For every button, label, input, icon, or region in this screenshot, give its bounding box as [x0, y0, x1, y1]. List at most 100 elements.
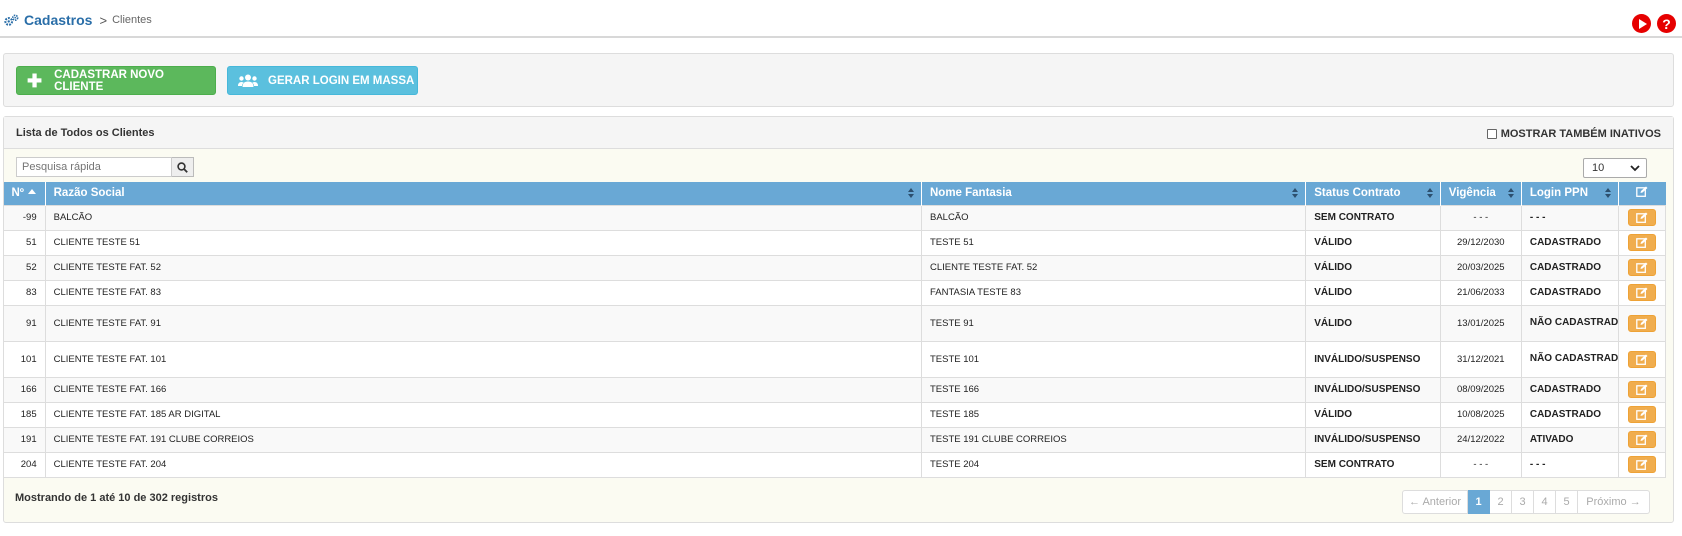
table-row[interactable]: 166 CLIENTE TESTE FAT. 166 TESTE 166 INVÁLI…	[3, 376, 1667, 403]
column-header-razao-social[interactable]: Razão Social	[45, 182, 922, 205]
pagination-next[interactable]: Próximo →	[1578, 490, 1650, 514]
cell-vigencia: 13/01/2025	[1439, 304, 1522, 342]
edit-icon	[1636, 237, 1648, 248]
clients-panel-title: Lista de Todos os Clientes	[16, 127, 155, 139]
edit-icon	[1636, 459, 1648, 470]
edit-button[interactable]	[1627, 381, 1656, 398]
cell-razao-social: CLIENTE TESTE FAT. 83	[44, 279, 922, 306]
column-header-edit	[1618, 182, 1666, 205]
pagination-page[interactable]: 1	[1468, 490, 1490, 514]
cell-nome-fantasia: TESTE 185	[920, 401, 1307, 428]
users-icon	[238, 74, 258, 87]
cell-nome-fantasia: TESTE 51	[920, 229, 1307, 256]
sort-icon	[1604, 188, 1612, 199]
edit-icon	[1636, 186, 1648, 198]
cell-razao-social: CLIENTE TESTE 51	[44, 229, 922, 256]
table-row[interactable]: 91 CLIENTE TESTE FAT. 91 TESTE 91 VÁLIDO 13/…	[3, 304, 1667, 342]
edit-button[interactable]	[1627, 259, 1656, 276]
pagination-page[interactable]: 5	[1556, 490, 1578, 514]
edit-button[interactable]	[1627, 314, 1656, 332]
cell-vigencia: 20/03/2025	[1439, 254, 1522, 281]
cell-razao-social: CLIENTE TESTE FAT. 166	[44, 376, 922, 403]
table-row[interactable]: 204 CLIENTE TESTE FAT. 204 TESTE 204 SEM CO…	[3, 451, 1667, 478]
cell-login-ppn: - - -	[1520, 451, 1619, 478]
sort-icon	[1292, 188, 1299, 199]
column-header-vigencia[interactable]: Vigência	[1440, 182, 1522, 205]
table-row[interactable]: 83 CLIENTE TESTE FAT. 83 FANTASIA TESTE 83…	[3, 279, 1667, 306]
pagination-page[interactable]: 2	[1490, 490, 1512, 514]
records-info: Mostrando de 1 até 10 de 302 registros	[15, 492, 218, 504]
cell-number: 52	[3, 254, 46, 281]
show-inactive-checkbox[interactable]	[1486, 129, 1497, 139]
cell-razao-social: CLIENTE TESTE FAT. 204	[44, 451, 922, 478]
search-input[interactable]	[16, 157, 172, 177]
table-row[interactable]: 185 CLIENTE TESTE FAT. 185 AR DIGITAL TEST…	[3, 401, 1667, 428]
table-row[interactable]: 51 CLIENTE TESTE 51 TESTE 51 VÁLIDO 29/12/20…	[3, 229, 1667, 256]
gears-icon	[4, 13, 19, 26]
page-size-select[interactable]: 10	[1583, 158, 1647, 178]
edit-button[interactable]	[1627, 406, 1656, 423]
column-header-label: Login PPN	[1529, 187, 1588, 200]
table-row[interactable]: 191 CLIENTE TESTE FAT. 191 CLUBE CORREIOS…	[3, 426, 1667, 453]
pagination-page[interactable]: 3	[1512, 490, 1534, 514]
pagination-page[interactable]: 4	[1534, 490, 1556, 514]
new-client-label: CADASTRAR NOVO CLIENTE	[54, 68, 164, 93]
edit-button[interactable]	[1627, 234, 1656, 251]
cell-login-ppn: CADASTRADO	[1520, 229, 1619, 256]
cell-edit	[1617, 254, 1667, 281]
new-client-button[interactable]: ✚ CADASTRAR NOVO CLIENTE	[16, 66, 216, 95]
cell-edit	[1617, 304, 1667, 342]
cell-number: 51	[3, 229, 46, 256]
action-panel: ✚ CADASTRAR NOVO CLIENTE GERAR LOGIN EM …	[3, 53, 1674, 107]
cell-vigencia: 24/12/2022	[1439, 426, 1522, 453]
cell-status-contrato: VÁLIDO	[1305, 254, 1441, 281]
breadcrumb-section-link[interactable]: Cadastros	[24, 12, 92, 28]
breadcrumb-current: Clientes	[112, 14, 152, 26]
cell-edit	[1617, 229, 1667, 256]
edit-icon	[1636, 434, 1648, 445]
cell-vigencia: 29/12/2030	[1439, 229, 1522, 256]
table-row[interactable]: 101 CLIENTE TESTE FAT. 101 TESTE 101 INVÁLI…	[3, 340, 1667, 378]
cell-login-ppn: CADASTRADO	[1520, 279, 1619, 306]
cell-nome-fantasia: TESTE 166	[920, 376, 1307, 403]
column-header-login-ppn[interactable]: Login PPN	[1521, 182, 1619, 205]
cell-status-contrato: VÁLIDO	[1305, 304, 1441, 342]
cell-edit	[1617, 340, 1667, 378]
column-header-label: Status Contrato	[1314, 187, 1401, 200]
column-header-status-contrato[interactable]: Status Contrato	[1305, 182, 1441, 205]
cell-login-ppn: CADASTRADO	[1520, 401, 1619, 428]
edit-button[interactable]	[1627, 431, 1656, 448]
cell-edit	[1617, 426, 1667, 453]
column-header-label: Razão Social	[53, 187, 125, 200]
edit-button[interactable]	[1627, 284, 1656, 301]
play-icon[interactable]	[1632, 14, 1651, 33]
search-button[interactable]	[172, 157, 194, 177]
cell-nome-fantasia: FANTASIA TESTE 83	[920, 279, 1307, 306]
cell-login-ppn: NÃO CADASTRADO	[1520, 304, 1619, 342]
table-row[interactable]: -99 BALCÃO BALCÃO SEM CONTRATO - - -- - -	[3, 204, 1667, 231]
column-header-number[interactable]: Nº	[3, 182, 46, 205]
edit-icon	[1636, 384, 1648, 395]
sort-icon	[907, 188, 915, 199]
table-header-row: Nº Razão Social Nome Fantasia Status Con…	[3, 182, 1666, 205]
column-header-nome-fantasia[interactable]: Nome Fantasia	[921, 182, 1307, 205]
sort-asc-icon	[28, 188, 37, 194]
edit-icon	[1636, 287, 1648, 298]
edit-button[interactable]	[1627, 209, 1656, 226]
table-row[interactable]: 52 CLIENTE TESTE FAT. 52 CLIENTE TESTE FAT…	[3, 254, 1667, 281]
cell-razao-social: CLIENTE TESTE FAT. 52	[44, 254, 922, 281]
show-inactive-toggle[interactable]: MOSTRAR TAMBÉM INATIVOS	[1486, 128, 1661, 140]
pagination-prev[interactable]: ← Anterior	[1402, 490, 1468, 514]
cell-status-contrato: SEM CONTRATO	[1305, 204, 1441, 231]
edit-button[interactable]	[1627, 350, 1656, 368]
cell-status-contrato: INVÁLIDO/SUSPENSO	[1305, 340, 1441, 378]
mass-login-button[interactable]: GERAR LOGIN EM MASSA	[227, 66, 418, 95]
cell-login-ppn: NÃO CADASTRADO	[1520, 340, 1619, 378]
cell-razao-social: CLIENTE TESTE FAT. 91	[44, 304, 922, 342]
cell-vigencia: 21/06/2033	[1439, 279, 1522, 306]
edit-button[interactable]	[1627, 456, 1656, 473]
page-size-value: 10	[1592, 162, 1605, 174]
column-header-label: Nome Fantasia	[929, 187, 1012, 200]
help-icon[interactable]: ?	[1657, 14, 1676, 33]
cell-razao-social: CLIENTE TESTE FAT. 101	[44, 340, 922, 378]
